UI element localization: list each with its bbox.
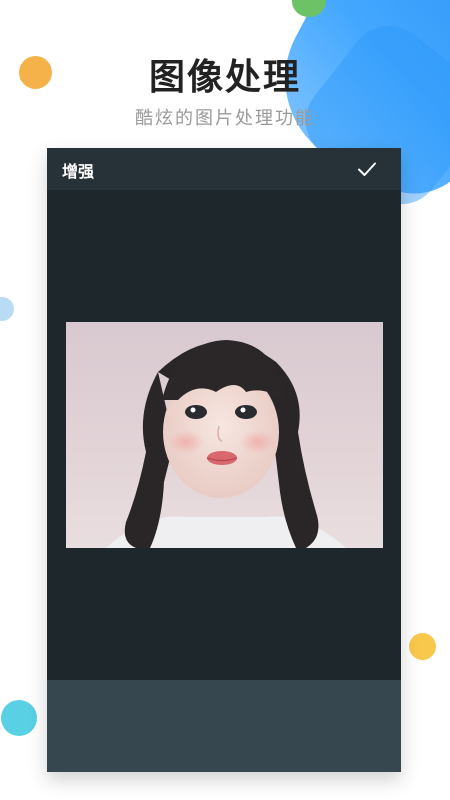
app-screen: 增强 <box>47 148 401 772</box>
page-title: 图像处理 <box>148 57 301 98</box>
toolbar: 增强 <box>47 148 401 190</box>
decorative-dot-blue <box>0 297 14 321</box>
decorative-dot-cyan <box>1 700 37 736</box>
check-icon[interactable] <box>355 157 379 181</box>
preview-image <box>66 322 383 548</box>
decorative-dot-yellow <box>409 633 436 660</box>
page-subtitle: 酷炫的图片处理功能 <box>135 108 315 129</box>
bottom-toolbar <box>47 680 401 772</box>
toolbar-title: 增强 <box>62 162 95 181</box>
